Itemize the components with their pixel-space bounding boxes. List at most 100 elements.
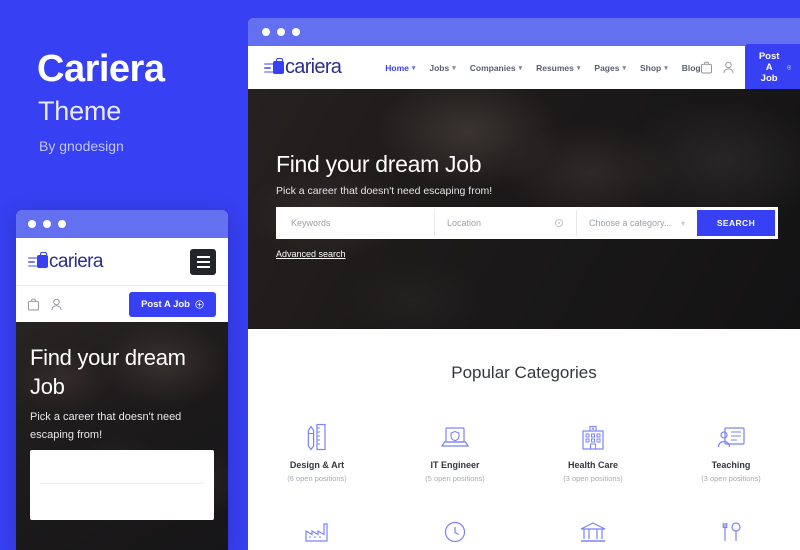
promo-title: Cariera xyxy=(37,48,165,90)
desktop-hero: Find your dream Job Pick a career that d… xyxy=(248,89,800,329)
mobile-post-a-job-label: Post A Job xyxy=(141,298,190,310)
category-name: Teaching xyxy=(711,460,751,470)
hospital-icon xyxy=(524,421,662,451)
mobile-mockup: cariera Post A Job Find your dream Job P… xyxy=(16,210,228,550)
mobile-post-a-job-button[interactable]: Post A Job xyxy=(129,291,216,317)
plus-circle-icon xyxy=(195,299,204,309)
briefcase-icon[interactable] xyxy=(700,61,712,74)
mobile-hero-title: Find your dream Job xyxy=(30,345,186,399)
hamburger-icon[interactable] xyxy=(190,248,216,275)
mobile-hero-subtitle: Pick a career that doesn't need escaping… xyxy=(30,411,182,441)
mobile-actions: Post A Job xyxy=(16,286,228,322)
category-count: (6 open positions) xyxy=(287,474,347,483)
chevron-down-icon: ▾ xyxy=(452,64,456,72)
desktop-titlebar xyxy=(248,18,800,46)
mobile-search-card[interactable] xyxy=(30,450,214,520)
pen-ruler-icon xyxy=(248,421,386,451)
mobile-hero: Find your dream Job Pick a career that d… xyxy=(16,322,228,550)
nav-label-companies: Companies xyxy=(469,62,516,73)
briefcase-icon[interactable] xyxy=(28,298,39,311)
keywords-input[interactable]: Keywords xyxy=(279,210,434,236)
plus-circle-icon xyxy=(786,65,792,70)
category-count: (3 open positions) xyxy=(563,474,623,483)
main-navigation: Home ▾ Jobs ▾ Companies ▾ Resumes ▾ Page… xyxy=(385,63,700,73)
desktop-logo[interactable]: cariera xyxy=(264,56,342,79)
nav-item-resumes[interactable]: Resumes ▾ xyxy=(536,63,580,73)
category-design-art[interactable]: Design & Art (6 open positions) xyxy=(248,421,386,483)
promo-subtitle: Theme xyxy=(38,96,122,126)
cariera-logo-icon xyxy=(28,251,48,270)
hero-title: Find your dream Job xyxy=(276,151,482,177)
nav-item-companies[interactable]: Companies ▾ xyxy=(470,63,522,73)
category-placeholder: Choose a category... xyxy=(589,218,672,228)
location-input[interactable]: Location xyxy=(434,210,576,236)
desktop-post-a-job-label: Post A Job xyxy=(758,51,780,84)
mobile-logo[interactable]: cariera xyxy=(28,251,103,273)
user-icon[interactable] xyxy=(723,61,734,74)
window-dot-minimize-icon[interactable] xyxy=(43,220,51,228)
category-bank[interactable] xyxy=(524,513,662,543)
laptop-shield-icon xyxy=(386,421,524,451)
nav-label-pages: Pages xyxy=(594,62,620,73)
desktop-mockup: cariera Home ▾ Jobs ▾ Companies ▾ Resume… xyxy=(248,18,800,550)
nav-item-blog[interactable]: Blog xyxy=(682,63,701,73)
category-name: IT Engineer xyxy=(430,460,480,470)
window-dot-minimize-icon[interactable] xyxy=(277,28,285,36)
clock-support-icon xyxy=(386,513,524,543)
user-icon[interactable] xyxy=(51,298,62,311)
nav-item-shop[interactable]: Shop ▾ xyxy=(640,63,668,73)
chevron-down-icon: ▾ xyxy=(680,218,685,228)
window-dot-close-icon[interactable] xyxy=(262,28,270,36)
locate-icon[interactable] xyxy=(554,218,564,228)
mobile-titlebar xyxy=(16,210,228,238)
chevron-down-icon: ▾ xyxy=(518,64,523,72)
nav-label-jobs: Jobs xyxy=(429,62,450,73)
nav-item-home[interactable]: Home ▾ xyxy=(385,63,415,73)
location-placeholder: Location xyxy=(447,218,482,228)
chevron-down-icon: ▾ xyxy=(664,64,668,72)
nav-item-pages[interactable]: Pages ▾ xyxy=(594,63,626,73)
category-row-1: Design & Art (6 open positions) IT Engin… xyxy=(248,421,800,483)
mobile-action-icons xyxy=(28,298,62,311)
category-name: Health Care xyxy=(567,460,619,470)
job-search-bar: Keywords Location Choose a category... ▾… xyxy=(276,207,778,239)
category-support[interactable] xyxy=(386,513,524,543)
category-select[interactable]: Choose a category... ▾ xyxy=(576,210,697,236)
chevron-down-icon: ▾ xyxy=(622,64,626,72)
mobile-header: cariera xyxy=(16,238,228,286)
mobile-search-field[interactable] xyxy=(40,460,204,484)
desktop-action-icons xyxy=(700,61,734,74)
cariera-logo-icon xyxy=(264,57,284,76)
promo-author: By gnodesign xyxy=(39,138,124,154)
popular-categories-heading: Popular Categories xyxy=(451,363,597,382)
category-tools[interactable] xyxy=(662,513,800,543)
desktop-logo-text: cariera xyxy=(285,56,342,78)
bank-icon xyxy=(524,513,662,543)
search-button[interactable]: SEARCH xyxy=(697,210,775,236)
window-dot-maximize-icon[interactable] xyxy=(58,220,66,228)
advanced-search-link[interactable]: Advanced search xyxy=(276,249,346,259)
category-it-engineer[interactable]: IT Engineer (5 open positions) xyxy=(386,421,524,483)
nav-item-jobs[interactable]: Jobs ▾ xyxy=(429,63,455,73)
window-dot-close-icon[interactable] xyxy=(28,220,36,228)
desktop-header: cariera Home ▾ Jobs ▾ Companies ▾ Resume… xyxy=(248,44,800,91)
category-count: (5 open positions) xyxy=(425,474,485,483)
category-factory[interactable] xyxy=(248,513,386,543)
nav-label-resumes: Resumes xyxy=(536,62,574,73)
hero-subtitle: Pick a career that doesn't need escaping… xyxy=(276,185,493,197)
factory-icon xyxy=(248,513,386,543)
mobile-logo-text: cariera xyxy=(49,250,103,272)
chevron-down-icon: ▾ xyxy=(411,64,416,72)
window-dot-maximize-icon[interactable] xyxy=(292,28,300,36)
desktop-post-a-job-button[interactable]: Post A Job xyxy=(744,44,800,91)
popular-categories-section: Popular Categories Design & Art (6 open … xyxy=(248,329,800,543)
category-teaching[interactable]: Teaching (3 open positions) xyxy=(662,421,800,483)
nav-label-home: Home xyxy=(385,62,409,73)
teacher-board-icon xyxy=(662,421,800,451)
tools-icon xyxy=(662,513,800,543)
category-health-care[interactable]: Health Care (3 open positions) xyxy=(524,421,662,483)
category-name: Design & Art xyxy=(289,460,345,470)
category-count: (3 open positions) xyxy=(701,474,761,483)
nav-label-blog: Blog xyxy=(681,62,701,73)
category-row-2 xyxy=(248,513,800,543)
